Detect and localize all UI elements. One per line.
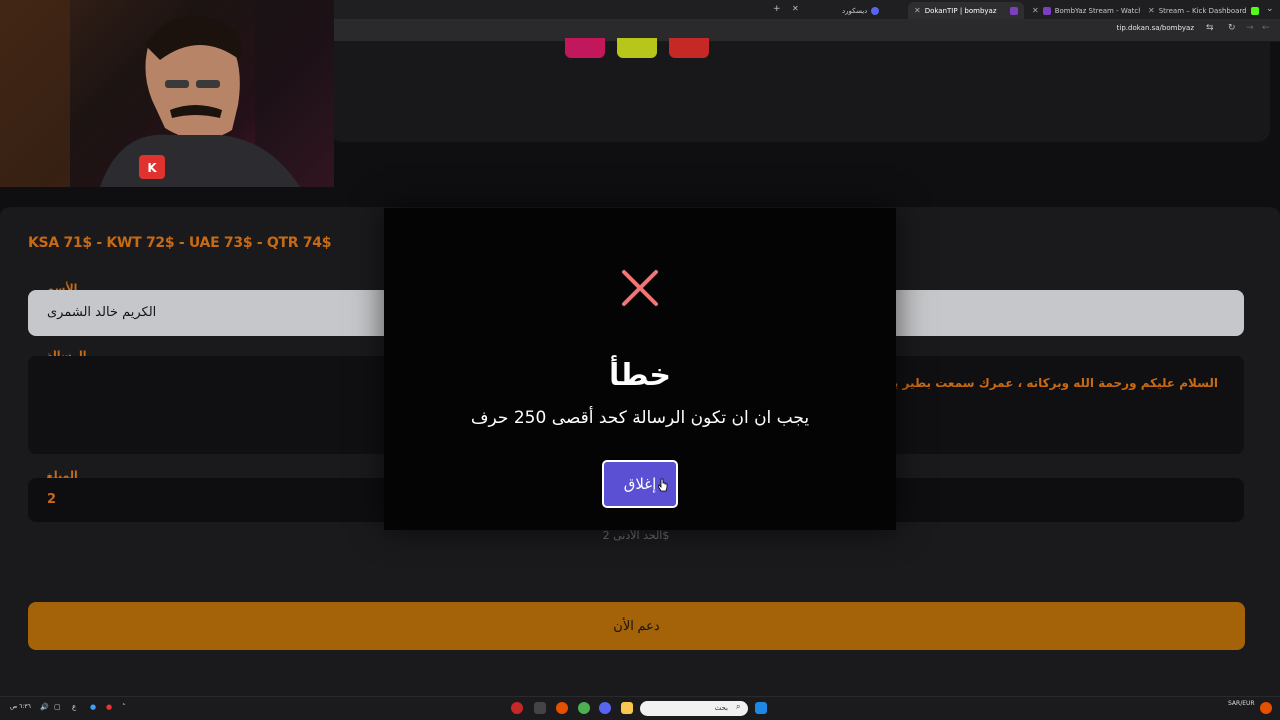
new-tab-icon[interactable]: + xyxy=(773,4,781,14)
close-icon[interactable]: ✕ xyxy=(1148,6,1155,15)
support-now-button[interactable]: دعم الأن xyxy=(28,602,1245,650)
chevron-up-icon[interactable]: ˄ xyxy=(122,703,126,711)
chrome-icon[interactable] xyxy=(578,702,590,714)
social-card xyxy=(330,38,1270,142)
chevron-down-icon[interactable]: ⌄ xyxy=(1266,4,1274,14)
forward-icon[interactable]: → xyxy=(1246,23,1254,33)
bombyaz-icon xyxy=(1042,6,1051,15)
tab-discord[interactable]: ديسكورد xyxy=(836,2,906,19)
url-text[interactable]: tip.dokan.sa/bombyaz xyxy=(1117,24,1194,32)
dokan-icon xyxy=(1010,6,1018,15)
instagram-icon[interactable] xyxy=(565,38,605,58)
webcam-overlay: K xyxy=(0,0,334,187)
minimum-amount-note: الحد الأدنى 2$ xyxy=(602,529,670,542)
volume-icon[interactable]: 🔊 xyxy=(40,703,49,711)
name-value: الكريم خالد الشمرى xyxy=(47,305,157,320)
streamer-figure-icon: K xyxy=(0,0,334,187)
tab-label: BombYaz Stream - Watch L xyxy=(1054,6,1140,15)
taskbar-search[interactable]: بحث xyxy=(640,701,748,716)
close-tab-icon[interactable]: ✕ xyxy=(792,4,799,13)
dialog-title: خطأ xyxy=(608,358,672,393)
app-icon[interactable] xyxy=(556,702,568,714)
dialog-message: يجب ان ان تكون الرسالة كحد أقصى 250 حرف xyxy=(470,408,810,428)
site-settings-icon[interactable]: ⇆ xyxy=(1206,23,1214,33)
discord-icon xyxy=(871,6,880,15)
back-icon[interactable]: ← xyxy=(1262,23,1270,33)
snapchat-icon[interactable] xyxy=(617,38,657,58)
close-icon[interactable]: ✕ xyxy=(914,6,921,15)
language-icon[interactable]: ع xyxy=(72,703,76,711)
tab-kick-dashboard[interactable]: ✕ Stream – Kick Dashboard xyxy=(1142,2,1260,19)
tab-bombyaz-stream[interactable]: ✕ BombYaz Stream - Watch L xyxy=(1026,2,1140,19)
file-explorer-icon[interactable] xyxy=(621,702,633,714)
weather-icon[interactable] xyxy=(1260,702,1272,714)
clock[interactable]: ٦:٣٦ ص xyxy=(10,703,31,710)
youtube-icon[interactable] xyxy=(669,38,709,58)
tab-label: DokanTIP | bombyaz xyxy=(924,6,997,15)
tab-label: ديسكورد xyxy=(842,6,868,15)
price-list: KSA 71$ - KWT 72$ - UAE 73$ - QTR 74$ xyxy=(28,235,332,251)
close-icon[interactable]: ✕ xyxy=(1032,6,1039,15)
kick-icon xyxy=(1250,6,1259,15)
microphone-icon[interactable]: ● xyxy=(90,703,96,711)
svg-text:K: K xyxy=(147,161,157,175)
discord-icon[interactable] xyxy=(599,702,611,714)
app-icon[interactable] xyxy=(511,702,523,714)
reload-icon[interactable]: ↻ xyxy=(1228,23,1236,33)
record-icon[interactable]: ● xyxy=(106,703,112,711)
tab-dokantip[interactable]: ✕ DokanTIP | bombyaz xyxy=(908,2,1024,19)
error-dialog: خطأ يجب ان ان تكون الرسالة كحد أقصى 250 … xyxy=(384,208,896,530)
taskbar: ٦:٣٦ ص 🔊 ▢ ع ● ● ˄ بحث ⌕ SAR/EUR xyxy=(0,696,1280,720)
tab-label: Stream – Kick Dashboard xyxy=(1158,6,1247,15)
close-x-icon xyxy=(622,270,658,306)
app-icon[interactable] xyxy=(534,702,546,714)
currency-widget[interactable]: SAR/EUR xyxy=(1228,700,1255,707)
amount-value: 2 xyxy=(47,492,57,507)
hand-cursor-icon xyxy=(658,478,668,492)
search-icon: ⌕ xyxy=(736,702,741,711)
notification-icon[interactable]: ▢ xyxy=(54,703,61,711)
windows-start-icon[interactable] xyxy=(755,702,767,714)
